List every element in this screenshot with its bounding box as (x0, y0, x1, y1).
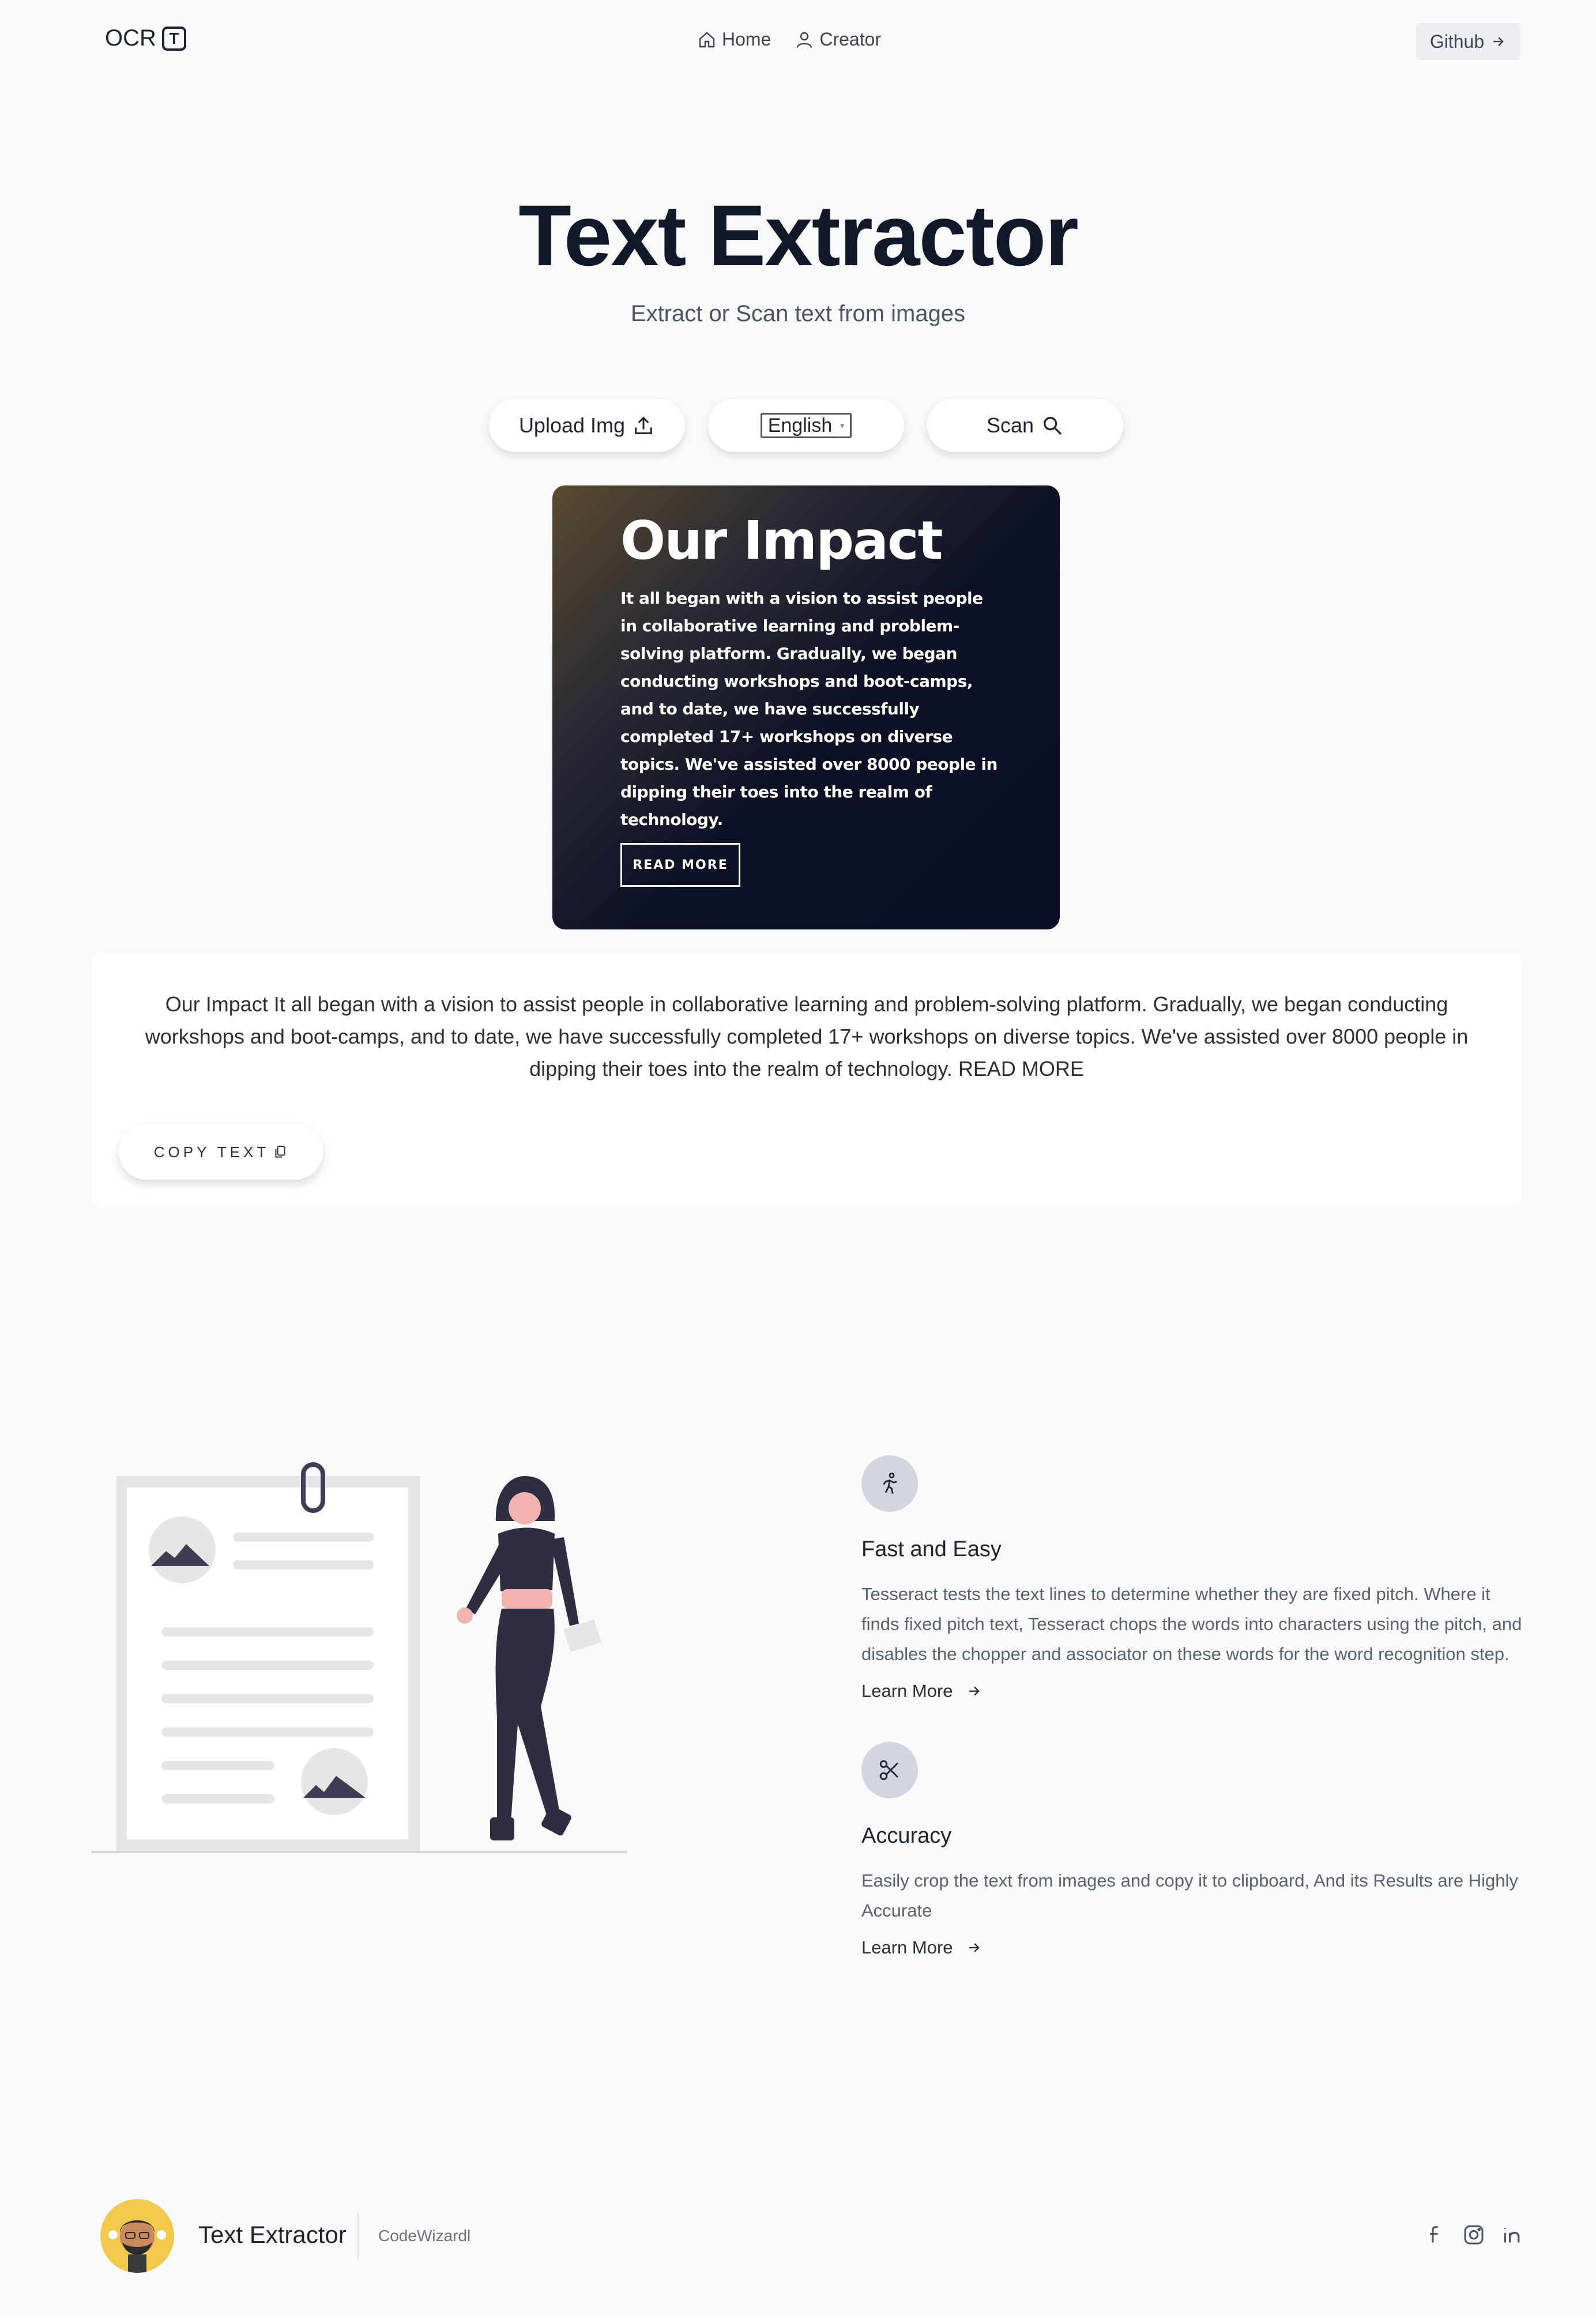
image-heading: Our Impact (620, 510, 943, 571)
person-legs (495, 1609, 559, 1822)
logo[interactable]: OCR T (105, 25, 186, 51)
upload-icon (635, 416, 652, 434)
avatar (100, 2199, 174, 2273)
arrow-right-icon (1493, 37, 1504, 46)
result-panel: Our Impact It all began with a vision to… (92, 953, 1521, 1207)
copy-text-button[interactable]: COPY TEXT (119, 1124, 323, 1180)
person-right-arm (550, 1537, 579, 1626)
footer-brand-name[interactable]: Text Extractor (198, 2221, 347, 2249)
home-icon (699, 31, 715, 47)
copy-icon (275, 1146, 285, 1158)
text-line (161, 1727, 374, 1737)
scan-button[interactable]: Scan (927, 399, 1123, 452)
language-pill: English ▾ (708, 399, 904, 452)
text-line (161, 1794, 274, 1804)
arrow-right-icon (969, 1686, 980, 1696)
nav-link-home[interactable]: Home (697, 29, 771, 50)
logo-text: OCR (105, 25, 156, 51)
person-paper (563, 1619, 602, 1652)
github-label: Github (1429, 31, 1485, 52)
social-links (1424, 2223, 1523, 2246)
features-list: Fast and Easy Tesseract tests the text l… (861, 1455, 1525, 1958)
text-line (161, 1694, 374, 1703)
action-bar: Upload Img English ▾ Scan (489, 399, 1123, 452)
arrow-right-icon (969, 1943, 980, 1952)
user-icon (797, 32, 812, 48)
extracted-text: Our Impact It all began with a vision to… (145, 992, 1469, 1081)
feature-card: Accuracy Easily crop the text from image… (861, 1742, 1525, 1958)
scan-label: Scan (986, 413, 1034, 437)
upload-button[interactable]: Upload Img (489, 399, 685, 452)
feature-card: Fast and Easy Tesseract tests the text l… (861, 1455, 1525, 1701)
nav-link-creator[interactable]: Creator (794, 29, 881, 50)
facebook-icon[interactable] (1424, 2223, 1447, 2246)
search-icon (1044, 417, 1062, 435)
running-person-icon (883, 1473, 897, 1494)
text-line (161, 1661, 374, 1670)
person-waist (502, 1589, 552, 1609)
image-body-text: It all began with a vision to assist peo… (620, 589, 998, 829)
upload-label: Upload Img (518, 413, 626, 437)
text-line (233, 1560, 374, 1569)
page-subtitle: Extract or Scan text from images (630, 301, 966, 326)
text-line (161, 1761, 274, 1770)
learn-more-link[interactable]: Learn More (861, 1937, 1525, 1958)
chevron-down-icon: ▾ (840, 420, 845, 430)
feature-icon-circle (861, 1455, 918, 1512)
copy-label: COPY TEXT (153, 1143, 270, 1161)
linkedin-icon[interactable] (1500, 2223, 1523, 2246)
footer: Text Extractor CodeWizardl (0, 2191, 1596, 2283)
github-button[interactable]: Github (1416, 23, 1520, 60)
person-face (509, 1492, 541, 1524)
nav-links: Home Creator (697, 29, 881, 50)
document-illustration (91, 1462, 627, 1853)
feature-title: Accuracy (861, 1824, 952, 1848)
nav-link-label: Creator (819, 29, 882, 50)
nav-link-label: Home (722, 29, 771, 50)
language-select[interactable]: English ▾ (760, 413, 852, 438)
person-hand (457, 1608, 473, 1624)
language-selected: English (767, 414, 833, 436)
footer-divider (357, 2213, 359, 2259)
text-line (161, 1627, 374, 1636)
feature-description: Tesseract tests the text lines to determ… (861, 1584, 1522, 1664)
page-title: Text Extractor (518, 187, 1079, 284)
learn-more-link[interactable]: Learn More (861, 1681, 1525, 1701)
logo-badge: T (161, 26, 186, 51)
uploaded-image-preview: Our Impact It all began with a vision to… (552, 485, 1060, 929)
scissors-icon (879, 1760, 898, 1780)
text-line (233, 1533, 374, 1542)
learn-more-label: Learn More (861, 1937, 953, 1957)
feature-description: Easily crop the text from images and cop… (861, 1870, 1518, 1921)
person-shoe-left (490, 1817, 514, 1840)
learn-more-label: Learn More (861, 1681, 953, 1701)
navbar: OCR T Home Creator Github (0, 0, 1596, 81)
footer-credit: CodeWizardl (378, 2227, 471, 2245)
instagram-icon[interactable] (1462, 2223, 1485, 2246)
avatar-illustration (108, 2220, 166, 2273)
image-read-more: READ MORE (620, 843, 740, 887)
feature-title: Fast and Easy (861, 1537, 1002, 1561)
feature-icon-circle (861, 1742, 918, 1798)
